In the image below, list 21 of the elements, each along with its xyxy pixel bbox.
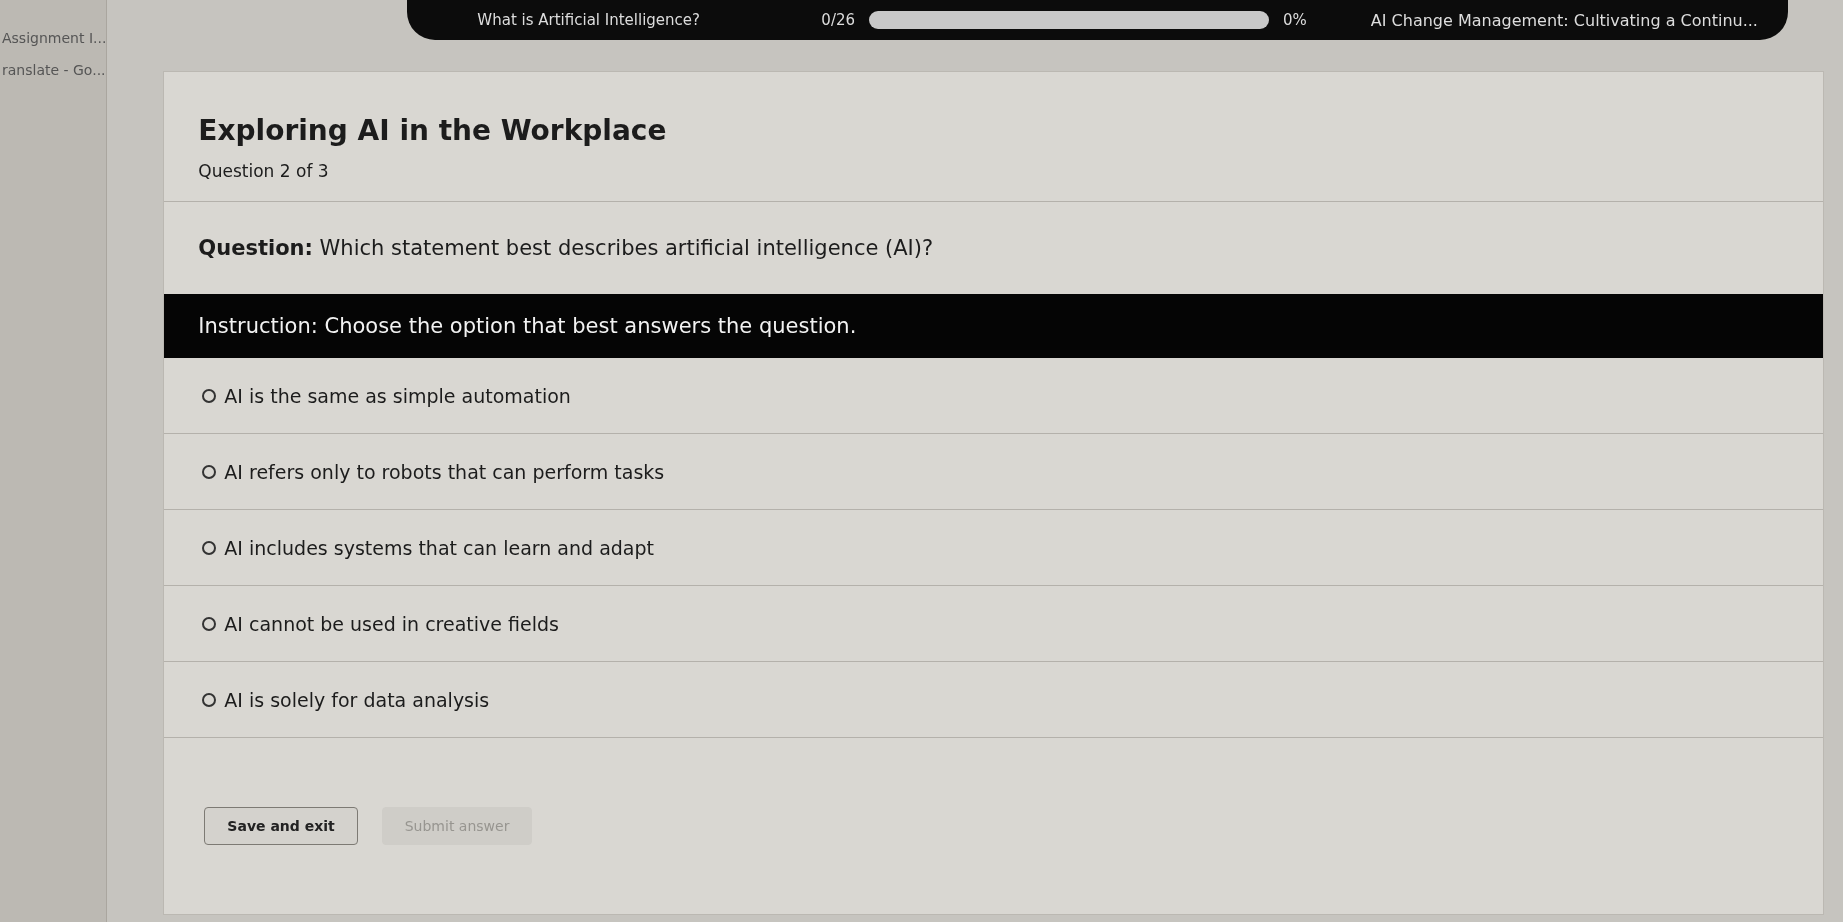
progress-percent: 0% — [1283, 11, 1307, 29]
radio-button[interactable] — [202, 540, 217, 555]
lesson-title: What is Artificial Intelligence? — [477, 11, 701, 29]
answer-option[interactable]: AI cannot be used in creative fields — [164, 586, 1823, 662]
question-number: Question 2 of 3 — [198, 161, 330, 181]
radio-button[interactable] — [202, 388, 217, 403]
save-exit-button[interactable]: Save and exit — [204, 807, 358, 845]
answer-option[interactable]: AI includes systems that can learn and adapt — [164, 510, 1823, 586]
sidebar-item[interactable]: ranslate - Go... — [0, 62, 107, 78]
question-text: Question: Which statement best describes artificial intelligence (AI)? — [198, 236, 934, 260]
radio-button[interactable] — [202, 616, 217, 631]
radio-button[interactable] — [202, 464, 217, 479]
answer-option[interactable]: AI is solely for data analysis — [164, 662, 1823, 738]
course-title: AI Change Management: Cultivating a Continu... — [1370, 10, 1758, 30]
quiz-title: Exploring AI in the Workplace — [198, 114, 668, 147]
progress-count: 0/26 — [821, 11, 856, 29]
sidebar-item[interactable]: Assignment I... — [0, 30, 107, 46]
answer-option[interactable]: AI is the same as simple automation — [164, 358, 1823, 434]
instruction-text: Instruction: Choose the option that best answers the question. — [198, 314, 857, 338]
answer-option[interactable]: AI refers only to robots that can perform tasks — [164, 434, 1823, 510]
radio-button[interactable] — [202, 692, 217, 707]
